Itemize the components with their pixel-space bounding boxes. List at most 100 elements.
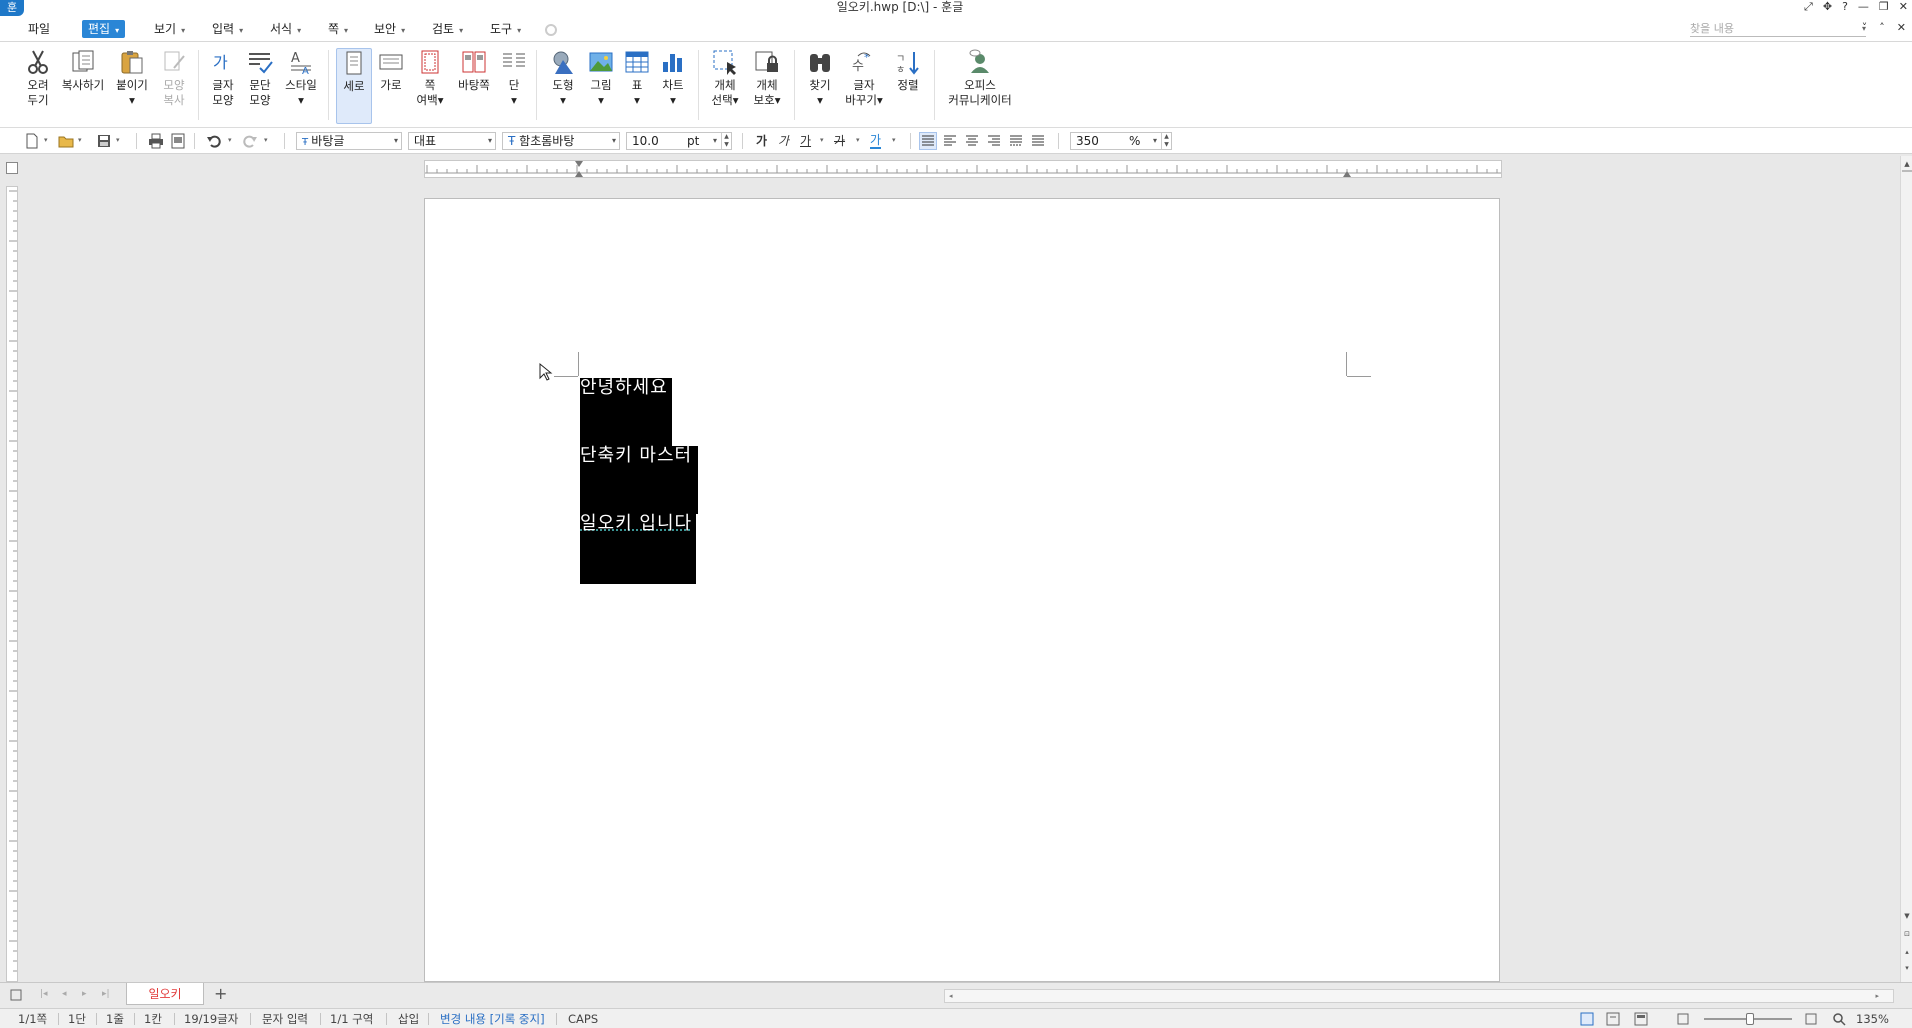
search-input[interactable]: 찾을 내용 ▾ xyxy=(1690,21,1866,37)
document-text-line[interactable]: 일오키 입니다 xyxy=(580,513,692,535)
background-page-button[interactable]: 바탕쪽 xyxy=(452,48,496,124)
menu-view[interactable]: 보기 ▾ xyxy=(148,20,191,38)
char-shape-button[interactable]: 가 글자 모양 xyxy=(206,48,240,124)
scroll-up-icon[interactable]: ▲ xyxy=(1902,158,1912,170)
shapes-button[interactable]: 도형 ▾ xyxy=(544,48,582,124)
open-folder-icon[interactable] xyxy=(58,133,74,149)
bold-button[interactable]: 가 xyxy=(756,133,767,149)
paragraph-style-select[interactable]: Ŧ 바탕글 ▾ xyxy=(296,132,402,150)
chevron-up-icon[interactable]: ˄ xyxy=(1879,21,1885,34)
chevron-down-icon[interactable]: ▾ xyxy=(44,136,48,144)
vertical-scrollbar[interactable]: ▲ ▼ ⊡ ▴ ▾ xyxy=(1900,156,1912,982)
horizontal-ruler[interactable] xyxy=(424,160,1502,178)
document-text-line[interactable]: 단축키 마스터 xyxy=(580,445,692,467)
underline-button[interactable]: 가 xyxy=(800,133,811,149)
horizontal-scrollbar[interactable]: ◂ ▸ xyxy=(944,989,1894,1003)
restore-icon[interactable]: ❐ xyxy=(1879,0,1889,14)
status-track-changes[interactable]: 변경 내용 [기록 중지] xyxy=(440,1011,545,1027)
indent-marker[interactable] xyxy=(575,171,583,177)
fullscreen-icon[interactable]: ⤢ xyxy=(1804,0,1813,14)
status-zoom[interactable]: 135% xyxy=(1856,1011,1889,1027)
ruler-corner[interactable] xyxy=(6,162,18,174)
zoom-input[interactable]: 350 % ▾ ▲ ▼ xyxy=(1070,132,1172,150)
table-button[interactable]: 표 ▾ xyxy=(620,48,654,124)
font-select[interactable]: Ŧ 함초롬바탕 ▾ xyxy=(502,132,620,150)
indent-marker[interactable] xyxy=(575,161,583,167)
menu-security[interactable]: 보안 ▾ xyxy=(368,20,411,38)
chevron-down-icon[interactable]: ▾ xyxy=(713,133,717,149)
chevron-down-icon[interactable]: ˅ xyxy=(1862,21,1868,34)
menu-format[interactable]: 서식 ▾ xyxy=(264,20,307,38)
document-page[interactable] xyxy=(424,198,1500,982)
right-margin-marker[interactable] xyxy=(1343,171,1351,177)
paste-button[interactable]: 붙이기 ▾ xyxy=(110,48,154,124)
sort-button[interactable]: ㄱㅎ 정렬 xyxy=(890,48,926,124)
chevron-down-icon[interactable]: ▾ xyxy=(1153,133,1157,149)
cut-button[interactable]: 오려 두기 xyxy=(18,48,58,124)
chevron-down-icon[interactable]: ▾ xyxy=(820,136,824,144)
menu-insert[interactable]: 입력 ▾ xyxy=(206,20,249,38)
chevron-down-icon[interactable]: ▾ xyxy=(394,133,398,149)
strikethrough-button[interactable]: 가 xyxy=(834,133,845,149)
chevron-down-icon[interactable]: ▾ xyxy=(612,133,616,149)
align-justify-icon[interactable] xyxy=(919,132,937,150)
gear-icon[interactable] xyxy=(544,23,558,37)
chevron-down-icon[interactable]: ▾ xyxy=(856,136,860,144)
scroll-right-icon[interactable]: ▸ xyxy=(1875,990,1879,1002)
undo-icon[interactable] xyxy=(206,133,222,149)
format-copy-button[interactable]: 모양 복사 xyxy=(156,48,192,124)
scroll-left-icon[interactable]: ◂ xyxy=(949,990,953,1002)
fit-page-icon[interactable] xyxy=(1676,1012,1690,1026)
font-size-stepper[interactable]: ▲ ▼ xyxy=(721,133,731,149)
close-icon[interactable]: ✕ xyxy=(1899,0,1908,14)
first-tab-icon[interactable]: |◂ xyxy=(40,989,48,999)
menu-review[interactable]: 검토 ▾ xyxy=(426,20,469,38)
document-tab[interactable]: 일오키 xyxy=(126,983,204,1005)
chart-button[interactable]: 차트 ▾ xyxy=(656,48,690,124)
chevron-down-icon[interactable]: ▾ xyxy=(116,136,120,144)
save-icon[interactable] xyxy=(96,133,112,149)
menu-page[interactable]: 쪽 ▾ xyxy=(322,20,354,38)
protect-object-button[interactable]: 개체 보호▾ xyxy=(748,48,786,124)
status-page[interactable]: 1/1쪽 xyxy=(18,1011,47,1027)
para-shape-button[interactable]: 문단 모양 xyxy=(242,48,278,124)
menu-file[interactable]: 파일 xyxy=(22,20,56,38)
move-icon[interactable]: ✥ xyxy=(1823,0,1832,14)
prev-page-icon[interactable]: ⊡ xyxy=(1902,928,1912,940)
page-up-icon[interactable]: ▴ xyxy=(1902,946,1912,958)
add-tab-button[interactable]: + xyxy=(214,985,227,1003)
align-center-icon[interactable] xyxy=(964,133,980,149)
vertical-ruler[interactable] xyxy=(6,186,18,982)
align-left-icon[interactable] xyxy=(942,133,958,149)
prev-tab-icon[interactable]: ◂ xyxy=(62,989,67,999)
normal-view-icon[interactable] xyxy=(1580,1012,1594,1026)
select-object-button[interactable]: 개체 선택▾ xyxy=(706,48,744,124)
page-margins-button[interactable]: 쪽 여백▾ xyxy=(412,48,448,124)
columns-button[interactable]: 단 ▾ xyxy=(500,48,528,124)
zoom-stepper[interactable]: ▲ ▼ xyxy=(1161,133,1171,149)
style-button[interactable]: AA 스타일 ▾ xyxy=(282,48,320,124)
zoom-fit-icon[interactable] xyxy=(1804,1012,1818,1026)
zoom-slider-handle[interactable] xyxy=(1746,1013,1754,1025)
landscape-button[interactable]: 가로 xyxy=(374,48,408,124)
redo-icon[interactable] xyxy=(242,133,258,149)
portrait-button[interactable]: 세로 xyxy=(336,48,372,124)
tab-list-icon[interactable] xyxy=(10,989,22,1001)
menu-tools[interactable]: 도구 ▾ xyxy=(484,20,527,38)
office-communicator-button[interactable]: 오피스 커뮤니케이터 xyxy=(942,48,1018,124)
chevron-down-icon[interactable]: ▾ xyxy=(78,136,82,144)
copy-button[interactable]: 복사하기 xyxy=(58,48,108,124)
scroll-down-icon[interactable]: ▼ xyxy=(1902,910,1912,922)
chevron-down-icon[interactable]: ▾ xyxy=(228,136,232,144)
web-view-icon[interactable] xyxy=(1634,1012,1648,1026)
next-tab-icon[interactable]: ▸ xyxy=(82,989,87,999)
chevron-down-icon[interactable]: ▾ xyxy=(488,133,492,149)
status-input-mode[interactable]: 문자 입력 xyxy=(262,1011,308,1027)
status-insert-mode[interactable]: 삽입 xyxy=(398,1011,419,1027)
close-document-icon[interactable]: ✕ xyxy=(1897,21,1906,34)
page-down-icon[interactable]: ▾ xyxy=(1902,962,1912,974)
print-preview-icon[interactable] xyxy=(170,133,186,149)
new-document-icon[interactable] xyxy=(24,133,40,149)
distribute-icon[interactable] xyxy=(1008,133,1024,149)
picture-button[interactable]: 그림 ▾ xyxy=(584,48,618,124)
